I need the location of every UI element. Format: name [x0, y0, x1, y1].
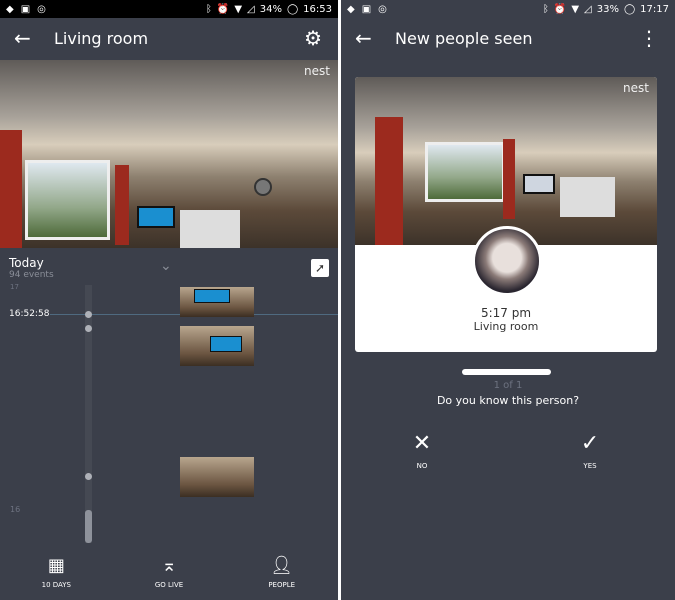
event-marker[interactable]	[85, 473, 92, 480]
question-text: Do you know this person?	[436, 394, 580, 407]
settings-gear-icon[interactable]: ⚙	[304, 26, 322, 50]
image-icon: ▣	[361, 3, 372, 15]
event-marker[interactable]	[85, 325, 92, 332]
timeline-scrollbar[interactable]	[85, 510, 92, 543]
snapshot-image: nest	[355, 77, 657, 245]
image-icon: ▣	[20, 3, 31, 15]
nest-logo: nest	[623, 81, 649, 95]
ten-days-button[interactable]: ▦ 10 DAYS	[0, 545, 113, 600]
checkmark-icon: ✓	[580, 431, 600, 456]
today-summary: Today 94 events	[9, 256, 54, 280]
notification-icon: ◆	[347, 3, 355, 15]
timeline-track	[85, 285, 92, 543]
camera-screen: ◆ ▣ ◎ ᛒ ⏰ ▼ ◿ 34% ◯ 16:53 ← Living room ⚙ nest T…	[0, 0, 338, 600]
battery-icon: ◯	[286, 3, 299, 15]
app-icon: ◎	[37, 3, 46, 15]
go-live-icon: ⌅	[161, 554, 177, 576]
seen-time: 5:17 pm	[480, 306, 532, 320]
event-thumbnail[interactable]	[180, 457, 254, 497]
camera-live-view[interactable]: nest	[0, 60, 338, 248]
hour-label-bottom: 16	[10, 505, 21, 514]
wifi-icon: ▼	[234, 3, 243, 15]
clock: 17:17	[640, 3, 669, 15]
battery-icon: ◯	[623, 3, 636, 15]
app-icon: ◎	[378, 3, 387, 15]
event-timeline[interactable]: 17 16:52:58 16	[0, 283, 338, 545]
battery-level: 34%	[259, 3, 282, 15]
alarm-icon: ⏰	[216, 3, 230, 15]
current-time: 16:52:58	[9, 309, 50, 319]
page-title: Living room	[54, 28, 149, 48]
nest-logo: nest	[304, 64, 330, 78]
person-icon: 👤︎	[270, 554, 294, 576]
person-card[interactable]: nest 5:17 pm Living room	[355, 77, 657, 352]
event-marker[interactable]	[85, 311, 92, 318]
no-button[interactable]: ✕ NO	[402, 431, 442, 471]
event-count: 94 events	[9, 270, 54, 280]
signal-icon: ◿	[247, 3, 255, 15]
seen-location: Living room	[473, 320, 539, 333]
more-options-icon[interactable]: ⋮	[639, 26, 659, 50]
clock: 16:53	[303, 3, 332, 15]
toolbar: ← New people seen ⋮	[341, 18, 675, 58]
page-count: 1 of 1	[493, 380, 523, 391]
status-bar: ◆ ▣ ◎ ᛒ ⏰ ▼ ◿ 34% ◯ 16:53	[0, 0, 338, 18]
toolbar: ← Living room ⚙	[0, 18, 338, 58]
person-face-avatar	[472, 226, 542, 296]
clip-export-icon[interactable]: ➚	[311, 259, 329, 277]
bluetooth-icon: ᛒ	[205, 3, 212, 15]
notification-icon: ◆	[6, 3, 14, 15]
event-thumbnail[interactable]	[180, 326, 254, 366]
yes-button[interactable]: ✓ YES	[570, 431, 610, 471]
close-x-icon: ✕	[412, 431, 432, 456]
expand-chevron-icon[interactable]: ⌄	[160, 258, 172, 274]
new-people-screen: ◆ ▣ ◎ ᛒ ⏰ ▼ ◿ 33% ◯ 17:17 ← New people seen ⋮ ne…	[341, 0, 675, 600]
alarm-icon: ⏰	[553, 3, 567, 15]
signal-icon: ◿	[584, 3, 592, 15]
go-live-button[interactable]: ⌅ GO LIVE	[113, 545, 226, 600]
wifi-icon: ▼	[571, 3, 580, 15]
status-bar: ◆ ▣ ◎ ᛒ ⏰ ▼ ◿ 33% ◯ 17:17	[341, 0, 675, 18]
people-button[interactable]: 👤︎ PEOPLE	[225, 545, 338, 600]
bottom-nav: ▦ 10 DAYS ⌅ GO LIVE 👤︎ PEOPLE	[0, 545, 338, 600]
back-arrow-icon[interactable]: ←	[355, 26, 375, 50]
calendar-icon: ▦	[47, 554, 65, 576]
event-thumbnail[interactable]	[180, 287, 254, 317]
bluetooth-icon: ᛒ	[542, 3, 549, 15]
page-title: New people seen	[395, 28, 533, 48]
battery-level: 33%	[596, 3, 619, 15]
hour-label-top: 17	[10, 283, 19, 291]
back-arrow-icon[interactable]: ←	[14, 26, 34, 50]
progress-bar	[462, 369, 551, 375]
today-label: Today	[9, 256, 44, 270]
